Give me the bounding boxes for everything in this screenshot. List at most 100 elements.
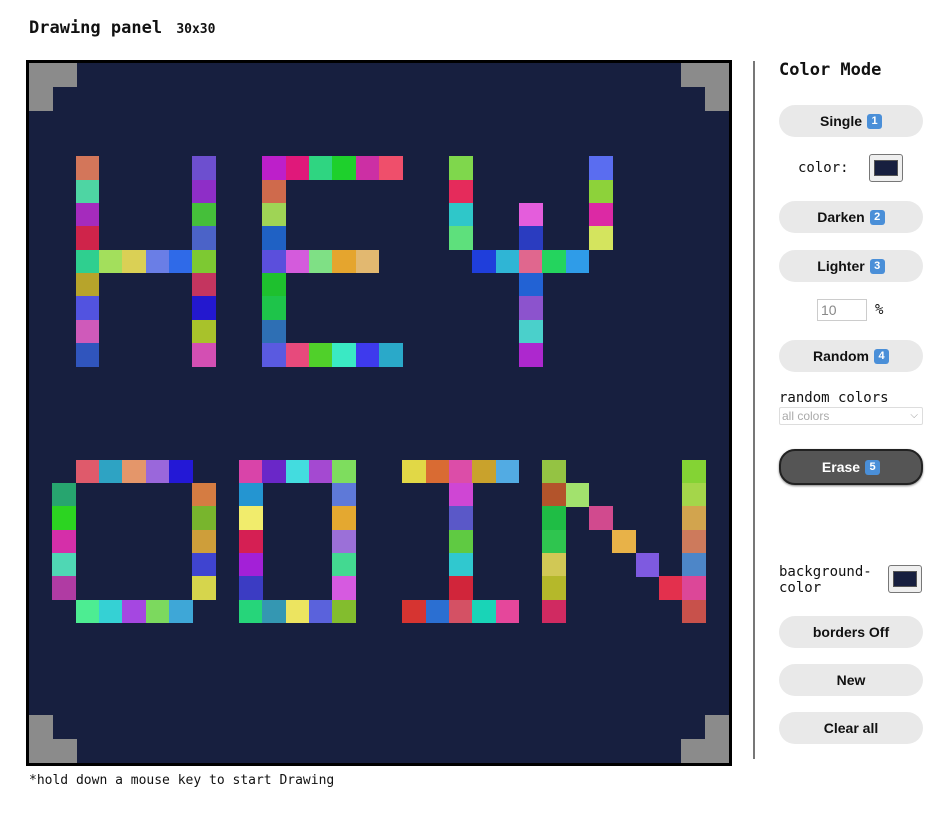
- pixel-cell[interactable]: [682, 599, 707, 624]
- pixel-cell[interactable]: [449, 226, 473, 251]
- percent-input[interactable]: [817, 299, 867, 321]
- pixel-cell[interactable]: [75, 249, 100, 274]
- pixel-cell[interactable]: [542, 483, 567, 507]
- pixel-cell[interactable]: [99, 249, 123, 274]
- pixel-cell[interactable]: [192, 483, 217, 507]
- pixel-cell[interactable]: [262, 343, 287, 367]
- pixel-grid[interactable]: [29, 63, 729, 763]
- pixel-cell[interactable]: [192, 319, 217, 344]
- pixel-cell[interactable]: [75, 179, 100, 204]
- pixel-cell[interactable]: [309, 343, 333, 367]
- pixel-cell[interactable]: [192, 156, 217, 181]
- pixel-cell[interactable]: [239, 483, 263, 507]
- pixel-cell[interactable]: [262, 273, 287, 297]
- pixel-cell[interactable]: [262, 226, 287, 251]
- pixel-cell[interactable]: [75, 319, 100, 344]
- pixel-cell[interactable]: [682, 459, 707, 484]
- pixel-cell[interactable]: [472, 599, 497, 624]
- pixel-cell[interactable]: [495, 599, 520, 624]
- pixel-cell[interactable]: [145, 599, 170, 624]
- pixel-cell[interactable]: [332, 249, 357, 274]
- pixel-cell[interactable]: [75, 343, 100, 367]
- pixel-cell[interactable]: [542, 599, 567, 624]
- pixel-cell[interactable]: [192, 506, 217, 531]
- pixel-cell[interactable]: [449, 483, 473, 507]
- pixel-cell[interactable]: [519, 226, 543, 251]
- pixel-cell[interactable]: [635, 553, 660, 577]
- pixel-cell[interactable]: [52, 506, 77, 531]
- random-mode-button[interactable]: Random 4: [779, 340, 923, 372]
- pixel-cell[interactable]: [682, 506, 707, 531]
- pixel-cell[interactable]: [612, 529, 637, 554]
- pixel-cell[interactable]: [192, 343, 217, 367]
- pixel-cell[interactable]: [52, 553, 77, 577]
- pixel-cell[interactable]: [262, 319, 287, 344]
- pixel-cell[interactable]: [262, 459, 287, 484]
- pixel-cell[interactable]: [192, 296, 217, 321]
- pixel-cell[interactable]: [542, 553, 567, 577]
- clear-all-button[interactable]: Clear all: [779, 712, 923, 744]
- pixel-cell[interactable]: [565, 483, 590, 507]
- lighter-mode-button[interactable]: Lighter 3: [779, 250, 923, 282]
- new-button[interactable]: New: [779, 664, 923, 696]
- pixel-cell[interactable]: [332, 506, 357, 531]
- pixel-cell[interactable]: [309, 156, 333, 181]
- pixel-cell[interactable]: [75, 203, 100, 227]
- pixel-cell[interactable]: [542, 459, 567, 484]
- pixel-cell[interactable]: [332, 343, 357, 367]
- pixel-cell[interactable]: [682, 553, 707, 577]
- pixel-cell[interactable]: [169, 459, 193, 484]
- drawing-board[interactable]: [26, 60, 732, 766]
- pixel-cell[interactable]: [542, 529, 567, 554]
- pixel-cell[interactable]: [519, 203, 543, 227]
- pixel-cell[interactable]: [332, 599, 357, 624]
- pixel-cell[interactable]: [309, 599, 333, 624]
- erase-mode-button[interactable]: Erase 5: [779, 449, 923, 485]
- pixel-cell[interactable]: [332, 459, 357, 484]
- pixel-cell[interactable]: [145, 249, 170, 274]
- pixel-cell[interactable]: [239, 459, 263, 484]
- pixel-cell[interactable]: [472, 249, 497, 274]
- pixel-cell[interactable]: [99, 599, 123, 624]
- pixel-cell[interactable]: [239, 506, 263, 531]
- pixel-cell[interactable]: [285, 156, 310, 181]
- color-picker[interactable]: [869, 154, 903, 182]
- pixel-cell[interactable]: [239, 553, 263, 577]
- pixel-cell[interactable]: [379, 156, 403, 181]
- pixel-cell[interactable]: [285, 599, 310, 624]
- pixel-cell[interactable]: [169, 599, 193, 624]
- pixel-cell[interactable]: [425, 459, 450, 484]
- darken-mode-button[interactable]: Darken 2: [779, 201, 923, 233]
- pixel-cell[interactable]: [589, 179, 613, 204]
- pixel-cell[interactable]: [449, 156, 473, 181]
- pixel-cell[interactable]: [262, 156, 287, 181]
- pixel-cell[interactable]: [262, 249, 287, 274]
- pixel-cell[interactable]: [145, 459, 170, 484]
- pixel-cell[interactable]: [495, 249, 520, 274]
- pixel-cell[interactable]: [589, 156, 613, 181]
- pixel-cell[interactable]: [192, 553, 217, 577]
- pixel-cell[interactable]: [285, 249, 310, 274]
- pixel-cell[interactable]: [355, 249, 380, 274]
- pixel-cell[interactable]: [449, 529, 473, 554]
- pixel-cell[interactable]: [192, 529, 217, 554]
- random-colors-select[interactable]: all colors ⌵: [779, 407, 923, 425]
- pixel-cell[interactable]: [192, 179, 217, 204]
- pixel-cell[interactable]: [495, 459, 520, 484]
- pixel-cell[interactable]: [192, 249, 217, 274]
- pixel-cell[interactable]: [449, 459, 473, 484]
- pixel-cell[interactable]: [75, 459, 100, 484]
- pixel-cell[interactable]: [332, 529, 357, 554]
- pixel-cell[interactable]: [519, 249, 543, 274]
- pixel-cell[interactable]: [285, 459, 310, 484]
- pixel-cell[interactable]: [472, 459, 497, 484]
- background-color-picker[interactable]: [888, 565, 922, 593]
- pixel-cell[interactable]: [519, 296, 543, 321]
- pixel-cell[interactable]: [192, 203, 217, 227]
- pixel-cell[interactable]: [169, 249, 193, 274]
- pixel-cell[interactable]: [75, 273, 100, 297]
- pixel-cell[interactable]: [309, 249, 333, 274]
- pixel-cell[interactable]: [52, 529, 77, 554]
- pixel-cell[interactable]: [75, 156, 100, 181]
- pixel-cell[interactable]: [659, 576, 683, 601]
